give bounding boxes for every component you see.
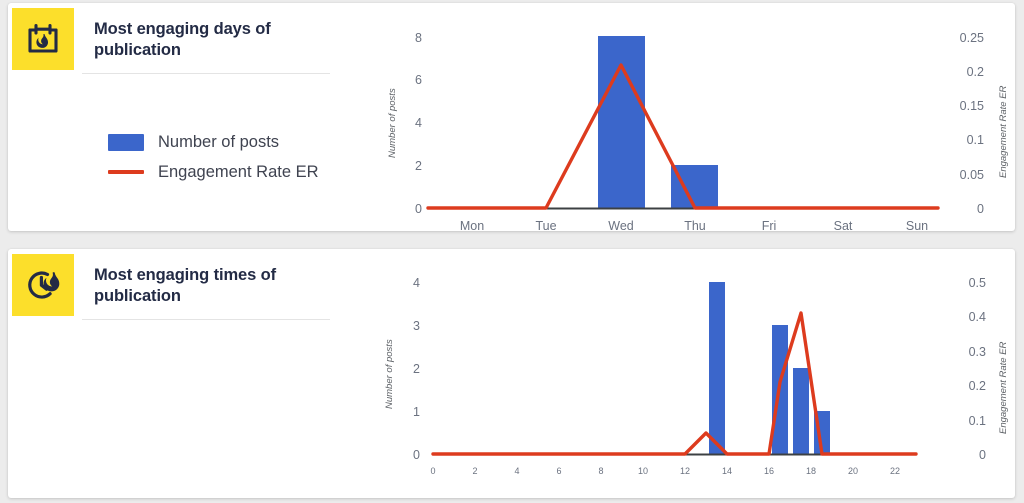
legend-item-posts: Number of posts bbox=[108, 127, 319, 157]
svg-text:18: 18 bbox=[806, 466, 816, 476]
svg-text:0: 0 bbox=[979, 448, 986, 462]
svg-text:8: 8 bbox=[415, 31, 422, 45]
svg-text:Thu: Thu bbox=[684, 219, 706, 231]
svg-text:2: 2 bbox=[415, 159, 422, 173]
svg-text:0: 0 bbox=[413, 448, 420, 462]
svg-text:2: 2 bbox=[413, 362, 420, 376]
svg-text:0.4: 0.4 bbox=[969, 310, 986, 324]
svg-text:10: 10 bbox=[638, 466, 648, 476]
svg-text:0: 0 bbox=[415, 202, 422, 216]
svg-text:1: 1 bbox=[413, 405, 420, 419]
dashboard-page: Most engaging days of publication Number… bbox=[0, 0, 1024, 503]
svg-text:0.1: 0.1 bbox=[969, 414, 986, 428]
svg-text:6: 6 bbox=[556, 466, 561, 476]
svg-text:0.1: 0.1 bbox=[967, 133, 984, 147]
bar-13h bbox=[709, 282, 725, 454]
x-category-labels: Mon Tue Wed Thu Fri Sat Sun bbox=[460, 219, 928, 231]
svg-text:Mon: Mon bbox=[460, 219, 484, 231]
bar-17h bbox=[793, 368, 809, 454]
left-axis-title: Number of posts bbox=[384, 339, 395, 409]
bar-wed bbox=[598, 36, 645, 208]
days-chart[interactable]: Number of posts Engagement Rate ER 8 6 4… bbox=[360, 3, 1015, 231]
svg-text:3: 3 bbox=[413, 319, 420, 333]
clock-flame-icon bbox=[12, 254, 74, 316]
times-chart[interactable]: Number of posts Engagement Rate ER 4 3 2… bbox=[360, 249, 1015, 498]
svg-text:0: 0 bbox=[977, 202, 984, 216]
svg-text:22: 22 bbox=[890, 466, 900, 476]
legend-item-er: Engagement Rate ER bbox=[108, 157, 319, 187]
card-most-engaging-days: Most engaging days of publication Number… bbox=[8, 3, 1015, 231]
svg-text:Fri: Fri bbox=[762, 219, 777, 231]
left-y-ticks: 4 3 2 1 0 bbox=[413, 276, 420, 462]
card-most-engaging-times: Most engaging times of publication Numbe… bbox=[8, 249, 1015, 498]
svg-text:0.05: 0.05 bbox=[960, 168, 984, 182]
page-title: Most engaging times of publication bbox=[94, 266, 277, 306]
line-swatch-icon bbox=[108, 170, 144, 174]
right-axis-title: Engagement Rate ER bbox=[998, 341, 1009, 434]
line-series-engagement-rate bbox=[431, 311, 918, 456]
svg-text:0.5: 0.5 bbox=[969, 276, 986, 290]
x-tick-labels: 0 2 4 6 8 10 12 14 16 18 20 22 bbox=[430, 466, 900, 476]
svg-text:Tue: Tue bbox=[535, 219, 556, 231]
svg-text:12: 12 bbox=[680, 466, 690, 476]
right-y-ticks: 0.5 0.4 0.3 0.2 0.1 0 bbox=[969, 276, 986, 462]
svg-text:8: 8 bbox=[598, 466, 603, 476]
svg-text:4: 4 bbox=[415, 116, 422, 130]
svg-text:2: 2 bbox=[472, 466, 477, 476]
right-axis-title: Engagement Rate ER bbox=[998, 85, 1009, 178]
svg-text:6: 6 bbox=[415, 73, 422, 87]
svg-text:0: 0 bbox=[430, 466, 435, 476]
svg-text:0.25: 0.25 bbox=[960, 31, 984, 45]
calendar-flame-icon bbox=[12, 8, 74, 70]
right-y-ticks: 0.25 0.2 0.15 0.1 0.05 0 bbox=[960, 31, 984, 216]
svg-text:0.2: 0.2 bbox=[969, 379, 986, 393]
legend-item-label: Number of posts bbox=[158, 132, 280, 151]
svg-text:4: 4 bbox=[413, 276, 420, 290]
svg-text:14: 14 bbox=[722, 466, 732, 476]
svg-text:0.2: 0.2 bbox=[967, 65, 984, 79]
svg-text:0.15: 0.15 bbox=[960, 99, 984, 113]
line-series-engagement-rate bbox=[426, 63, 940, 210]
title-divider bbox=[82, 319, 330, 320]
days-legend: Number of posts Engagement Rate ER bbox=[108, 127, 319, 187]
times-info-panel: Most engaging times of publication Numbe… bbox=[8, 249, 360, 498]
svg-text:4: 4 bbox=[514, 466, 519, 476]
left-y-ticks: 8 6 4 2 0 bbox=[415, 31, 422, 216]
svg-text:0.3: 0.3 bbox=[969, 345, 986, 359]
bar-thu bbox=[671, 165, 718, 208]
svg-text:Sun: Sun bbox=[906, 219, 928, 231]
bar-series-number-of-posts bbox=[598, 36, 718, 208]
svg-text:16: 16 bbox=[764, 466, 774, 476]
legend-item-label: Engagement Rate ER bbox=[158, 162, 319, 181]
svg-text:Wed: Wed bbox=[608, 219, 634, 231]
bar-swatch-icon bbox=[108, 133, 144, 151]
page-title: Most engaging days of publication bbox=[94, 20, 271, 60]
svg-text:20: 20 bbox=[848, 466, 858, 476]
days-info-panel: Most engaging days of publication Number… bbox=[8, 3, 360, 231]
bar-series-number-of-posts bbox=[709, 282, 830, 454]
svg-text:Sat: Sat bbox=[834, 219, 853, 231]
title-divider bbox=[82, 73, 330, 74]
left-axis-title: Number of posts bbox=[387, 88, 398, 158]
